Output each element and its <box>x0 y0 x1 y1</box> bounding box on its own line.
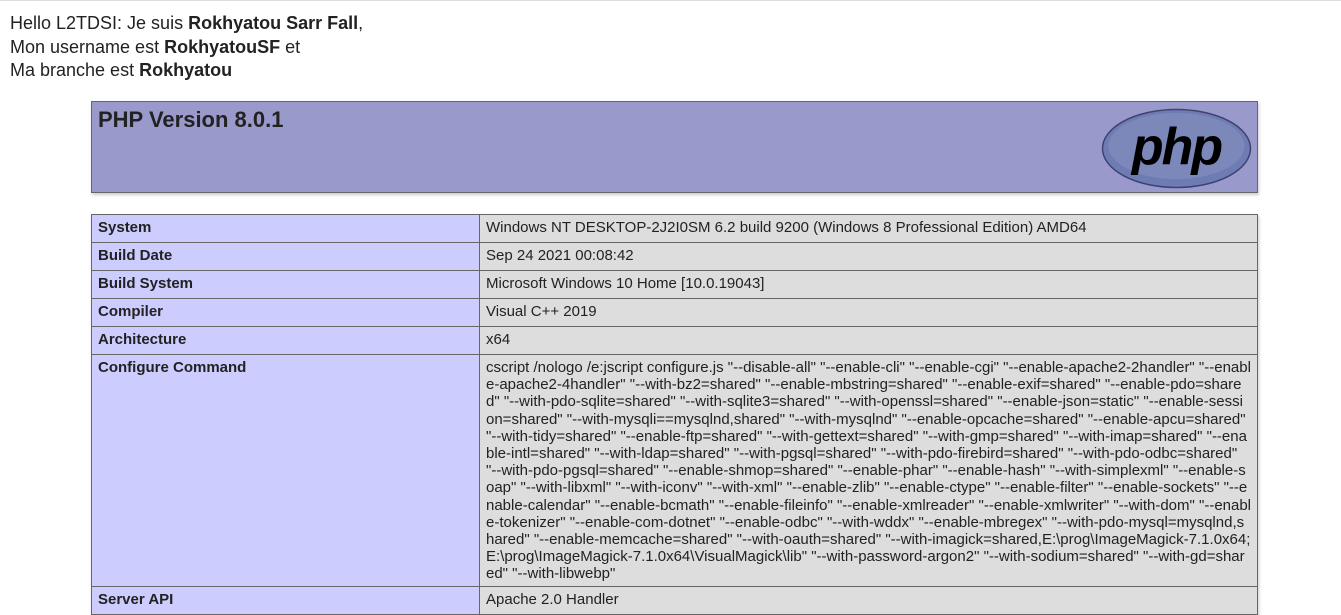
branch-name: Rokhyatou <box>139 60 233 80</box>
table-row: System Windows NT DESKTOP-2J2I0SM 6.2 bui… <box>91 214 1258 243</box>
row-value: Windows NT DESKTOP-2J2I0SM 6.2 build 920… <box>479 214 1258 243</box>
row-label: Build Date <box>91 242 480 271</box>
row-label: Compiler <box>91 298 480 327</box>
row-value: Visual C++ 2019 <box>479 298 1258 327</box>
intro-text: Hello L2TDSI: Je suis Rokhyatou Sarr Fal… <box>10 12 363 83</box>
php-logo-text: php <box>1130 118 1223 176</box>
row-value: x64 <box>479 326 1258 355</box>
row-label: Architecture <box>91 326 480 355</box>
row-label: System <box>91 214 480 243</box>
table-row: Build Date Sep 24 2021 00:08:42 <box>91 242 1258 271</box>
row-value: Apache 2.0 Handler <box>479 585 1258 615</box>
table-row: Build System Microsoft Windows 10 Home [1… <box>91 270 1258 299</box>
row-value: Sep 24 2021 00:08:42 <box>479 242 1258 271</box>
intro-line-2: Mon username est RokhyatouSF et <box>10 36 301 57</box>
row-label: Server API <box>91 585 480 615</box>
username: RokhyatouSF <box>164 36 281 57</box>
info-table: System Windows NT DESKTOP-2J2I0SM 6.2 bui… <box>91 214 1258 615</box>
student-name: Rokhyatou Sarr Fall <box>188 13 359 33</box>
info-table-body: System Windows NT DESKTOP-2J2I0SM 6.2 bui… <box>91 214 1258 615</box>
table-row: Configure Command cscript /nologo /e:jscr… <box>91 354 1258 587</box>
row-value: Microsoft Windows 10 Home [10.0.19043] <box>479 270 1258 299</box>
php-version-header: PHP Version 8.0.1 php <box>91 101 1258 193</box>
table-row: Compiler Visual C++ 2019 <box>91 298 1258 327</box>
table-row: Server API Apache 2.0 Handler <box>91 585 1258 615</box>
intro-line-3: Ma branche est Rokhyatou <box>10 60 233 80</box>
table-row: Architecture x64 <box>91 326 1258 355</box>
row-label: Build System <box>91 270 480 299</box>
intro-line-1: Hello L2TDSI: Je suis Rokhyatou Sarr Fal… <box>10 13 364 33</box>
php-logo-icon[interactable]: php <box>1101 108 1252 189</box>
page-title: PHP Version 8.0.1 <box>98 107 284 132</box>
row-value: cscript /nologo /e:jscript configure.js … <box>479 354 1258 587</box>
row-label: Configure Command <box>91 354 480 587</box>
